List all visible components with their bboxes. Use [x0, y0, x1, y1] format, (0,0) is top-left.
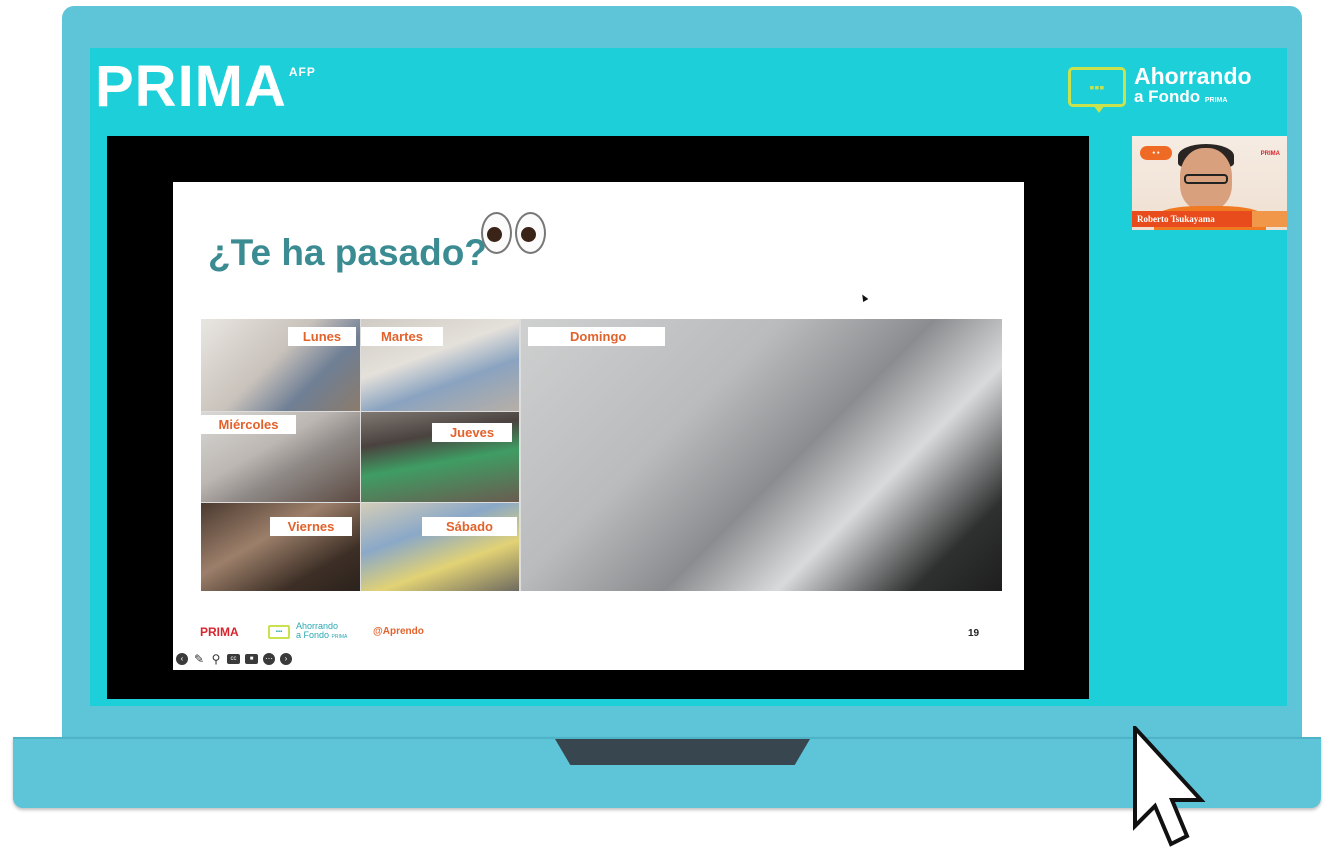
week-photo-grid: Lunes Martes Miércoles Jueves Viernes Sá… [201, 319, 1002, 591]
label-thursday: Jueves [432, 423, 512, 442]
slide-title: ¿Te ha pasado? [208, 232, 487, 273]
eye-right-icon [515, 212, 546, 254]
name-bar-edge [1252, 211, 1287, 227]
mouse-pointer-icon [859, 292, 869, 303]
pen-icon[interactable]: ✎ [193, 653, 205, 665]
back-icon[interactable]: ‹ [176, 653, 188, 665]
eyes-emoji-icon [481, 212, 546, 254]
camera-icon[interactable]: ■ [245, 654, 258, 664]
prima-afp-logo: PRIMA AFP [95, 58, 316, 116]
participant-name: Roberto Tsukayama [1132, 211, 1252, 227]
footer-ahorrando-logo: ▪▪▪ Ahorrando a Fondo PRIMA [268, 622, 347, 642]
program-tag: PRIMA [1204, 97, 1228, 104]
webcam-brand: PRIMA [1260, 151, 1280, 157]
laptop-hinge [13, 737, 1321, 739]
more-icon[interactable]: ⋯ [263, 653, 275, 665]
label-friday: Viernes [270, 517, 352, 536]
slide-page-number: 19 [968, 628, 980, 639]
brand-name: PRIMA [95, 54, 287, 119]
mouse-cursor-icon [1133, 726, 1206, 847]
label-saturday: Sábado [422, 517, 517, 536]
forward-icon[interactable]: › [280, 653, 292, 665]
photo-sunday [521, 319, 1002, 591]
program-line2: a Fondo [1134, 87, 1201, 106]
footer-people-icon: ▪▪▪ [268, 625, 290, 639]
aprendo-mark-icon: @ [373, 626, 383, 637]
trackpad-notch [555, 739, 810, 765]
label-sunday: Domingo [528, 327, 665, 346]
ahorrando-a-fondo-logo: ▪▪▪ Ahorrando a Fondo PRIMA [1068, 63, 1252, 113]
presenter-glasses [1184, 174, 1228, 184]
people-chat-icon: ▪▪▪ [1068, 67, 1126, 113]
captions-icon[interactable]: cc [227, 654, 240, 664]
footer-program-line2: a Fondo [296, 630, 330, 640]
footer-program-tag: PRIMA [331, 634, 348, 640]
eye-left-icon [481, 212, 512, 254]
zoom-icon[interactable]: ⚲ [210, 653, 222, 665]
label-wednesday: Miércoles [201, 415, 296, 434]
brand-sup: AFP [288, 65, 316, 79]
label-monday: Lunes [288, 327, 356, 346]
footer-prima-logo: PRIMA [200, 625, 239, 639]
slideshow-toolbar: ‹ ✎ ⚲ cc ■ ⋯ › [176, 653, 292, 665]
label-tuesday: Martes [361, 327, 443, 346]
footer-aprendo-logo: @Aprendo [373, 626, 424, 637]
webcam-tile[interactable]: ● ● PRIMA Roberto Tsukayama [1132, 136, 1287, 230]
program-line1: Ahorrando [1134, 63, 1252, 89]
aprendo-text: Aprendo [382, 626, 424, 637]
webcam-corner-logo-icon: ● ● [1140, 146, 1172, 160]
presentation-slide: ¿Te ha pasado? Lunes Martes Miércoles Ju… [173, 182, 1024, 670]
